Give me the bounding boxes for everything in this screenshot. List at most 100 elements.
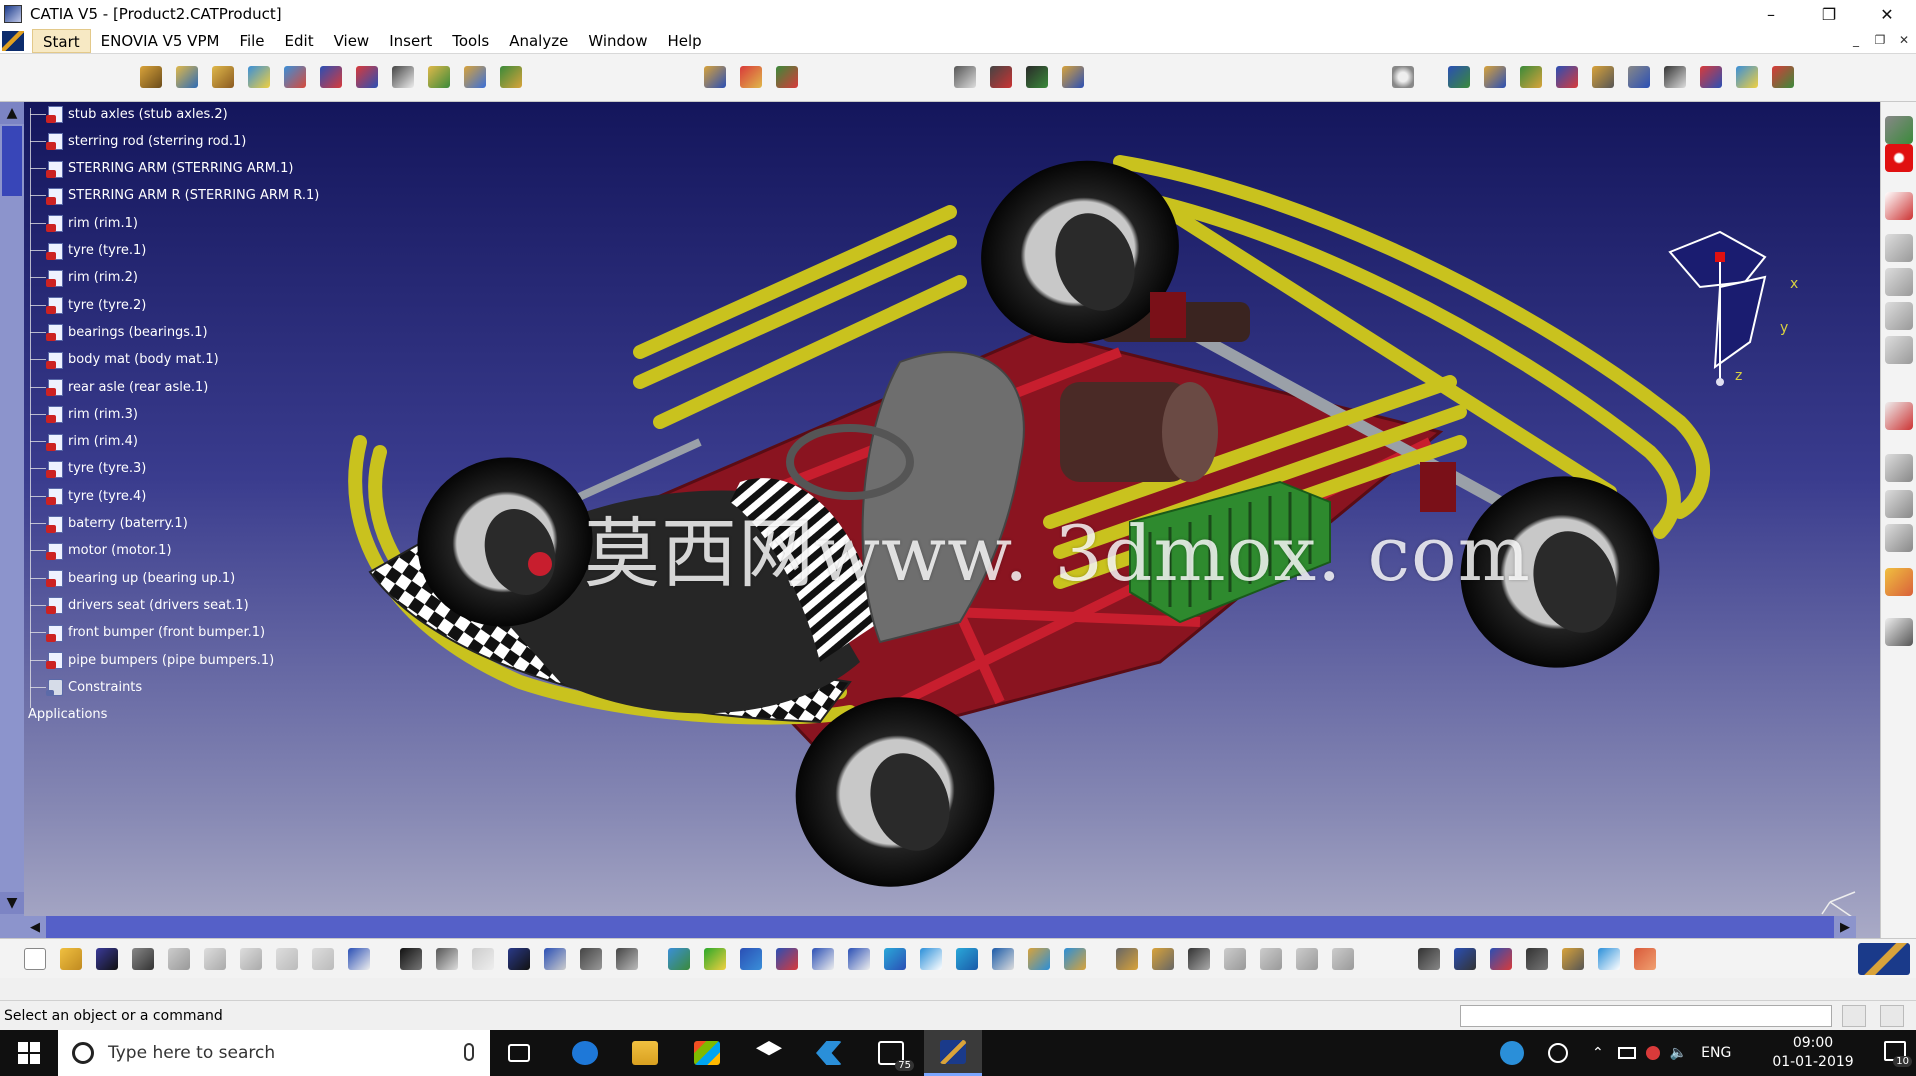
tree-node[interactable]: rim (rim.2) bbox=[22, 267, 138, 289]
distance-analysis-icon[interactable] bbox=[1885, 490, 1913, 518]
menu-file[interactable]: File bbox=[229, 29, 274, 53]
product-icon[interactable] bbox=[1885, 116, 1913, 144]
tool-2-icon[interactable] bbox=[1885, 268, 1913, 296]
command-button-1[interactable] bbox=[1842, 1005, 1866, 1027]
snap-icon[interactable] bbox=[736, 62, 766, 92]
fly-mode-icon[interactable] bbox=[664, 944, 694, 974]
scroll-left-arrow-icon[interactable]: ◀ bbox=[24, 916, 46, 938]
mass-icon[interactable] bbox=[576, 944, 606, 974]
manage-representations-icon[interactable] bbox=[460, 62, 490, 92]
tree-node[interactable]: STERRING ARM R (STERRING ARM R.1) bbox=[22, 185, 319, 207]
tool-3-icon[interactable] bbox=[1885, 302, 1913, 330]
tree-node[interactable]: motor (motor.1) bbox=[22, 540, 172, 562]
part-icon[interactable] bbox=[46, 269, 64, 287]
menu-view[interactable]: View bbox=[324, 29, 380, 53]
hide-show-icon[interactable] bbox=[1024, 944, 1054, 974]
fix-component-icon[interactable] bbox=[1058, 62, 1088, 92]
coincidence-constraint-icon[interactable] bbox=[950, 62, 980, 92]
multi-view-icon[interactable] bbox=[916, 944, 946, 974]
measure-between-icon[interactable] bbox=[1552, 62, 1582, 92]
microphone-icon[interactable] bbox=[464, 1043, 474, 1061]
iso-view-icon[interactable] bbox=[952, 944, 982, 974]
part-icon[interactable] bbox=[46, 569, 64, 588]
instantiate-icon[interactable] bbox=[1328, 944, 1358, 974]
comment-icon[interactable] bbox=[432, 944, 462, 974]
bom-icon[interactable] bbox=[1732, 62, 1762, 92]
zoom-out-icon[interactable] bbox=[844, 944, 874, 974]
catia-logo-icon[interactable] bbox=[2, 30, 24, 51]
undo-icon[interactable] bbox=[272, 944, 302, 974]
tree-node[interactable]: tyre (tyre.4) bbox=[22, 485, 146, 507]
measure-item-icon[interactable] bbox=[1588, 62, 1618, 92]
new-file-icon[interactable] bbox=[20, 944, 50, 974]
part-icon[interactable] bbox=[46, 596, 64, 615]
grid-icon[interactable] bbox=[1630, 944, 1660, 974]
network-icon[interactable] bbox=[1645, 1046, 1660, 1060]
tree-node[interactable]: pipe bumpers (pipe bumpers.1) bbox=[22, 649, 274, 671]
capture-icon[interactable] bbox=[1414, 944, 1444, 974]
tree-node[interactable]: rim (rim.4) bbox=[22, 431, 138, 453]
part-icon[interactable] bbox=[46, 214, 64, 233]
part-icon[interactable] bbox=[46, 105, 64, 123]
eraser-icon[interactable] bbox=[1594, 944, 1624, 974]
constraints-icon[interactable] bbox=[46, 678, 64, 697]
chevron-up-icon[interactable]: ⌃ bbox=[1592, 1045, 1604, 1061]
paste-icon[interactable] bbox=[236, 944, 266, 974]
assembly-features-icon[interactable] bbox=[1885, 402, 1913, 430]
tree-node[interactable]: bearings (bearings.1) bbox=[22, 321, 208, 343]
tree-node[interactable]: body mat (body mat.1) bbox=[22, 349, 219, 371]
analyze-dependencies-icon[interactable] bbox=[1768, 62, 1798, 92]
menu-tools[interactable]: Tools bbox=[442, 29, 499, 53]
explode-icon[interactable] bbox=[772, 62, 802, 92]
table-icon[interactable] bbox=[504, 944, 534, 974]
people-icon[interactable] bbox=[1548, 1043, 1568, 1063]
clash-icon[interactable] bbox=[1696, 62, 1726, 92]
normal-view-icon[interactable] bbox=[880, 944, 910, 974]
rotate-icon[interactable] bbox=[772, 944, 802, 974]
tree-node[interactable]: sterring rod (sterring rod.1) bbox=[22, 130, 246, 152]
command-input[interactable] bbox=[1460, 1005, 1832, 1027]
part-icon[interactable] bbox=[46, 296, 64, 315]
part-icon[interactable] bbox=[46, 351, 64, 369]
tree-node-applications[interactable]: Applications bbox=[28, 704, 107, 726]
close-button[interactable]: ✕ bbox=[1858, 0, 1916, 28]
part-icon[interactable] bbox=[46, 378, 64, 396]
tree-icon[interactable] bbox=[540, 944, 570, 974]
part-icon[interactable] bbox=[46, 187, 64, 205]
select-icon[interactable] bbox=[1885, 568, 1913, 596]
part-icon[interactable] bbox=[46, 160, 64, 178]
part-icon[interactable] bbox=[46, 460, 64, 478]
3d-viewport[interactable]: x y z 莫西网www. 3dmox. com stub axles (stu… bbox=[0, 102, 1880, 938]
graph-tree-reordering-icon[interactable] bbox=[352, 62, 382, 92]
taskbar-search[interactable]: Type here to search bbox=[58, 1030, 490, 1076]
options-icon[interactable] bbox=[612, 944, 642, 974]
tree-node[interactable]: bearing up (bearing up.1) bbox=[22, 567, 235, 589]
whats-this-icon[interactable] bbox=[344, 944, 374, 974]
doc-minimize-button[interactable]: _ bbox=[1844, 28, 1868, 52]
doc-close-button[interactable]: ✕ bbox=[1892, 28, 1916, 52]
selective-load-icon[interactable] bbox=[424, 62, 454, 92]
part-icon[interactable] bbox=[46, 515, 64, 533]
section-icon[interactable] bbox=[1660, 62, 1690, 92]
pdf-icon[interactable] bbox=[1885, 192, 1913, 220]
scroll-right-arrow-icon[interactable]: ▶ bbox=[1834, 916, 1856, 938]
multi-instantiation-icon[interactable] bbox=[496, 62, 526, 92]
tree-node[interactable]: tyre (tyre.2) bbox=[22, 294, 146, 316]
part-icon[interactable] bbox=[46, 433, 64, 451]
edge-icon[interactable] bbox=[556, 1030, 614, 1076]
tree-node[interactable]: rim (rim.1) bbox=[22, 212, 138, 234]
tree-node[interactable]: stub axles (stub axles.2) bbox=[22, 103, 228, 125]
measure-icon[interactable] bbox=[1486, 944, 1516, 974]
generate-numbering-icon[interactable] bbox=[388, 62, 418, 92]
fit-all-icon[interactable] bbox=[700, 944, 730, 974]
visual-studio-icon[interactable] bbox=[800, 1030, 858, 1076]
tree-node[interactable]: front bumper (front bumper.1) bbox=[22, 622, 265, 644]
minimize-button[interactable]: – bbox=[1742, 0, 1800, 28]
next-icon[interactable] bbox=[1256, 944, 1286, 974]
space-analysis-icon[interactable] bbox=[1885, 454, 1913, 482]
tree-vertical-scrollbar[interactable]: ▲ ▼ bbox=[0, 102, 24, 938]
scene-icon[interactable] bbox=[1516, 62, 1546, 92]
new-component-icon[interactable] bbox=[136, 62, 166, 92]
print-icon[interactable] bbox=[128, 944, 158, 974]
scroll-up-arrow-icon[interactable]: ▲ bbox=[0, 102, 24, 124]
